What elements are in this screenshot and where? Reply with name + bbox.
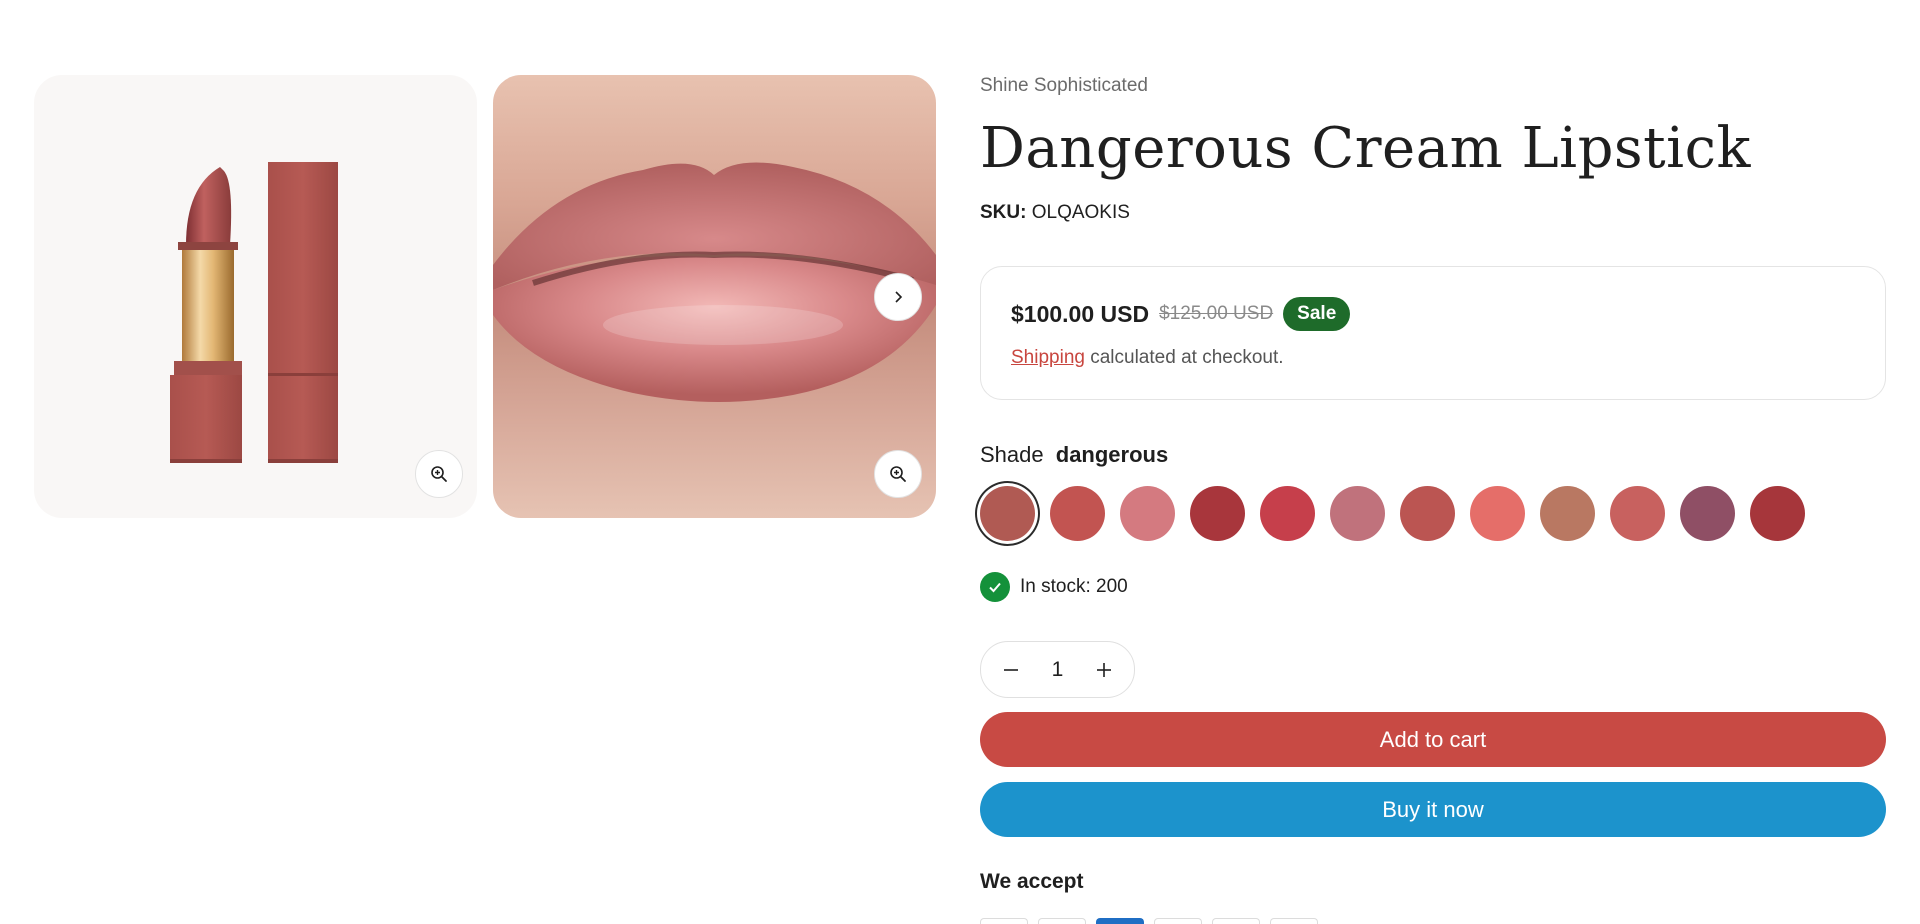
payment-icons <box>980 918 1318 924</box>
shade-swatch[interactable] <box>1540 486 1595 541</box>
zoom-button[interactable] <box>415 450 463 498</box>
zoom-in-icon <box>431 466 447 482</box>
add-to-cart-button[interactable]: Add to cart <box>980 712 1886 767</box>
buy-now-button[interactable]: Buy it now <box>980 782 1886 837</box>
shade-swatch[interactable] <box>1400 486 1455 541</box>
current-price: $100.00 USD <box>1011 300 1150 327</box>
shade-swatch[interactable] <box>1050 486 1105 541</box>
card-icon <box>1038 918 1086 924</box>
shipping-link[interactable]: Shipping <box>1011 347 1085 368</box>
product-vendor: Shine Sophisticated <box>980 75 1148 96</box>
card-icon <box>1154 918 1202 924</box>
product-gallery <box>34 75 936 518</box>
shade-swatch[interactable] <box>1750 486 1805 541</box>
sale-badge: Sale <box>1283 297 1351 331</box>
chevron-right-icon <box>895 291 903 303</box>
amex-icon <box>1096 918 1144 924</box>
stock-status: In stock: 200 <box>980 572 1128 602</box>
shipping-text: calculated at checkout. <box>1084 347 1284 368</box>
lips-illustration <box>493 162 936 403</box>
minus-icon <box>1004 668 1018 671</box>
check-circle-icon <box>980 572 1010 602</box>
shade-swatch[interactable] <box>1610 486 1665 541</box>
shade-selected-value: dangerous <box>1055 442 1169 467</box>
product-sku: SKU: OLQAOKIS <box>980 202 1130 224</box>
payment-heading: We accept <box>980 870 1084 893</box>
shade-swatch[interactable] <box>980 486 1035 541</box>
price-box: $100.00 USD $125.00 USD Sale Shipping ca… <box>980 266 1886 400</box>
zoom-in-icon <box>890 466 906 482</box>
card-icon <box>1212 918 1260 924</box>
increase-quantity-button[interactable] <box>1092 658 1116 682</box>
shade-swatch[interactable] <box>1330 486 1385 541</box>
card-icon <box>1270 918 1318 924</box>
shade-swatch[interactable] <box>1260 486 1315 541</box>
shade-swatch[interactable] <box>1470 486 1525 541</box>
product-title: Dangerous Cream Lipstick <box>980 116 1751 181</box>
decrease-quantity-button[interactable] <box>999 658 1023 682</box>
plus-icon <box>1097 662 1111 677</box>
shade-label: Shade dangerous <box>980 442 1168 468</box>
product-image-lips[interactable] <box>493 75 936 518</box>
sku-label: SKU: <box>980 202 1027 223</box>
quantity-input[interactable] <box>1037 657 1078 682</box>
stock-text: In stock: 200 <box>1020 576 1128 597</box>
zoom-button[interactable] <box>874 450 922 498</box>
card-icon <box>980 918 1028 924</box>
price-row: $100.00 USD $125.00 USD Sale <box>1011 297 1351 331</box>
shade-swatch[interactable] <box>1190 486 1245 541</box>
checkmark-icon <box>989 582 1001 593</box>
shade-swatches <box>980 486 1805 541</box>
compare-at-price: $125.00 USD <box>1159 303 1274 324</box>
next-image-button[interactable] <box>874 273 922 321</box>
shade-swatch[interactable] <box>1680 486 1735 541</box>
product-image-lipstick[interactable] <box>34 75 477 518</box>
shade-title: Shade <box>980 442 1044 467</box>
sku-value: OLQAOKIS <box>1031 202 1130 223</box>
lipstick-illustration <box>170 162 338 463</box>
shipping-note: Shipping calculated at checkout. <box>1011 347 1284 369</box>
quantity-stepper <box>980 641 1135 698</box>
shade-swatch[interactable] <box>1120 486 1175 541</box>
